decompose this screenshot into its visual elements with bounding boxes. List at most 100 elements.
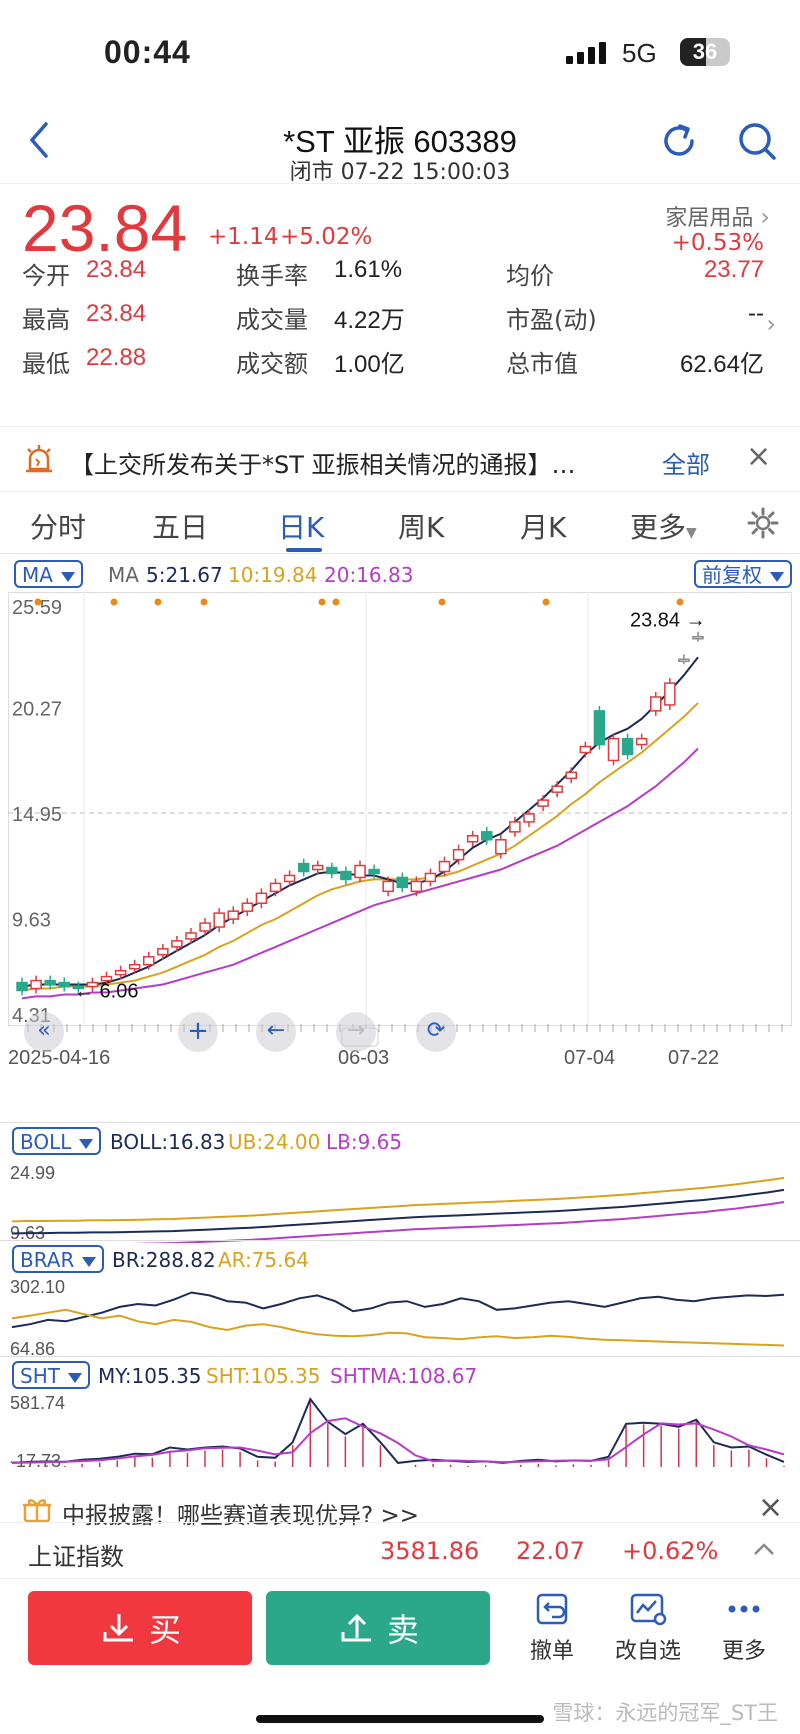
index-bar[interactable]: 上证指数 3581.86 22.07 +0.62%	[0, 1522, 800, 1578]
candle-body	[213, 912, 225, 928]
indicator-selector[interactable]: MA	[14, 560, 83, 588]
ar-line	[11, 1308, 785, 1347]
tab-more[interactable]: 更多▼	[630, 506, 697, 546]
candle-body	[607, 737, 620, 762]
indicator-selector-label: MA	[22, 563, 53, 587]
tab-daily-k[interactable]: 日K	[278, 506, 324, 546]
candle-body	[452, 848, 465, 861]
sector-change: +0.53%	[671, 230, 764, 256]
home-indicator	[256, 1715, 544, 1723]
candle-body	[678, 658, 690, 663]
y-tick-label: 20.27	[12, 699, 62, 721]
quote-label: 最高	[22, 306, 70, 334]
event-marker	[318, 598, 326, 606]
index-value: 3581.86	[380, 1537, 480, 1565]
search-icon	[739, 123, 776, 160]
last-price: 23.84	[22, 191, 188, 265]
chevron-right-icon: ›	[760, 203, 770, 231]
x-tick-label: 07-22	[668, 1047, 719, 1069]
candle-body	[143, 956, 155, 966]
adjust-selector-label: 前复权	[702, 563, 762, 587]
max-price-label: 23.84 →	[630, 610, 706, 632]
candle-body	[354, 864, 366, 879]
cancel-order-button[interactable]: 撤单	[512, 1591, 592, 1665]
brar-panel[interactable]: BRAR BR:288.82 AR:75.64 302.10 64.86	[0, 1240, 800, 1357]
boll-lb-line	[132, 1201, 785, 1243]
edit-watchlist-button[interactable]: 改自选	[608, 1591, 688, 1665]
candle-body	[551, 785, 563, 793]
sht-my: MY:105.35	[98, 1364, 202, 1388]
candle-body	[283, 874, 296, 883]
tab-weekly-k[interactable]: 周K	[398, 506, 444, 546]
search-button[interactable]	[734, 118, 780, 164]
rotate-button[interactable]: ⟳	[416, 1012, 456, 1052]
y-tick-label: 14.95	[12, 804, 62, 826]
chart-frame	[8, 592, 792, 1026]
brar-selector[interactable]: BRAR	[12, 1245, 105, 1273]
notice-text[interactable]: 【上交所发布关于*ST 亚振相关情况的通报】…	[70, 445, 610, 480]
caret-down-icon	[770, 571, 784, 582]
refresh-button[interactable]	[656, 118, 702, 164]
watermark: 雪球：永远的冠军_ST王	[552, 1701, 778, 1725]
ma10-value: 10:19.84	[228, 563, 318, 587]
candle-body	[297, 862, 310, 873]
gear-icon[interactable]	[746, 506, 780, 540]
my-line	[11, 1397, 785, 1464]
more-label: 更多	[721, 1639, 766, 1664]
candle-body	[58, 981, 70, 988]
tab-five-day[interactable]: 五日	[152, 506, 208, 546]
event-marker	[438, 598, 446, 606]
sector-link[interactable]: 家居用品 ›	[665, 200, 770, 232]
ma20-value: 20:16.83	[324, 563, 414, 587]
quote-label: 市盈(动)	[506, 306, 597, 334]
sht-selector-label: SHT	[20, 1364, 60, 1388]
candle-body	[199, 922, 211, 932]
candle-body	[340, 870, 352, 881]
br-value: BR:288.82	[112, 1248, 216, 1272]
sell-button[interactable]: 卖	[266, 1591, 490, 1665]
caret-down-icon	[60, 571, 75, 582]
candle-body	[44, 979, 56, 986]
gift-icon	[23, 1499, 51, 1523]
candle-body	[692, 635, 704, 640]
boll-selector[interactable]: BOLL	[12, 1127, 102, 1155]
edit-watchlist-label: 改自选	[614, 1639, 681, 1664]
close-icon[interactable]: ×	[746, 439, 771, 474]
adjust-selector[interactable]: 前复权	[694, 560, 792, 588]
quote-label: 均价	[506, 262, 554, 290]
notice-all-link[interactable]: 全部	[662, 445, 710, 480]
ma5-line	[21, 656, 699, 988]
tab-more-label: 更多	[630, 511, 687, 544]
x-tick-label: 2025-04-16	[8, 1047, 110, 1069]
zoom-out-button[interactable]: «	[24, 1012, 64, 1052]
tab-intraday[interactable]: 分时	[30, 506, 86, 546]
more-button[interactable]: 更多	[704, 1591, 784, 1665]
candle-body	[523, 813, 535, 823]
boll-selector-label: BOLL	[20, 1130, 72, 1154]
undo-icon	[536, 1593, 568, 1625]
plus-icon: +	[187, 1016, 209, 1046]
boll-value: BOLL:16.83	[110, 1130, 226, 1154]
tab-monthly-k[interactable]: 月K	[520, 506, 566, 546]
pan-left-button[interactable]: ←	[256, 1012, 296, 1052]
kline-chart[interactable]: 25.5920.2714.959.634.3123.84 →← 6.062025…	[8, 592, 792, 1112]
boll-panel[interactable]: BOLL BOLL:16.83 UB:24.00 LB:9.65 24.99 9.…	[0, 1122, 800, 1243]
price-change-pct: +5.02%	[280, 224, 373, 250]
boll-mid-line	[11, 1188, 785, 1235]
candle-body	[495, 839, 507, 855]
pan-right-button[interactable]: →	[336, 1012, 376, 1052]
event-marker	[542, 598, 550, 606]
quote-label: 今开	[22, 262, 70, 290]
brar-selector-label: BRAR	[20, 1248, 75, 1272]
event-marker	[110, 598, 118, 606]
notice-bar[interactable]: 【上交所发布关于*ST 亚振相关情况的通报】… 全部 ×	[0, 426, 800, 492]
close-icon[interactable]: ×	[758, 1490, 783, 1525]
sht-panel[interactable]: SHT MY:105.35 SHT:105.35 SHTMA:108.67 58…	[0, 1356, 800, 1469]
caret-down-icon	[79, 1138, 94, 1149]
chevron-up-icon[interactable]	[752, 1541, 776, 1557]
sht-selector[interactable]: SHT	[12, 1361, 90, 1389]
zoom-in-button[interactable]: +	[178, 1012, 218, 1052]
buy-button[interactable]: 买	[28, 1591, 252, 1665]
sht-y-min: -17.73	[10, 1451, 61, 1469]
quote-value: 23.77	[703, 256, 764, 283]
